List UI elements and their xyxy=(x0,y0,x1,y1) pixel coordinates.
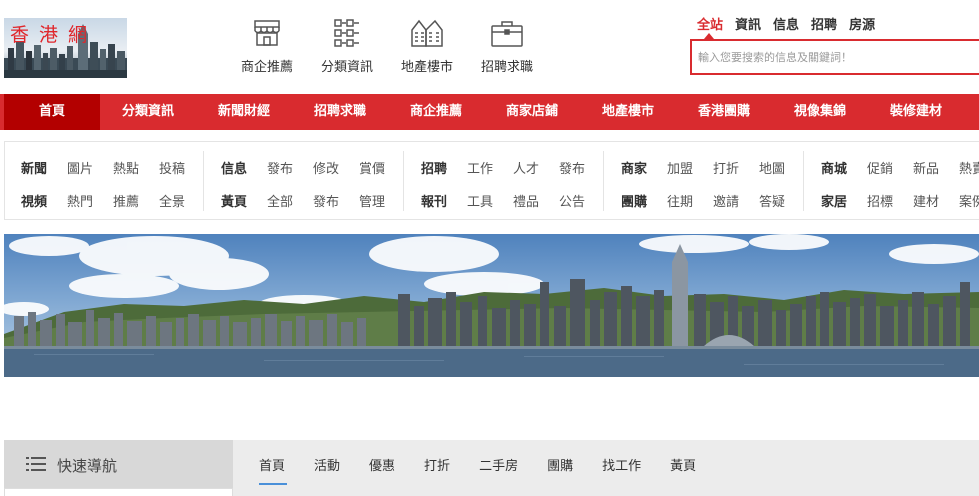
category-divider xyxy=(203,151,204,211)
tab-discounts[interactable]: 打折 xyxy=(424,455,450,474)
category-links: 新聞 圖片 熱點 投稿 視頻 熱門 推薦 全景 信息 發布 修改 賞價 黃頁 全部 發布 管理 招聘 工作… xyxy=(4,141,979,220)
list-menu-icon xyxy=(26,457,46,471)
main-nav: 首頁 分類資訊 新聞財經 招聘求職 商企推薦 商家店鋪 地產樓市 香港團購 視像… xyxy=(0,94,979,130)
category-link[interactable]: 團購 xyxy=(621,191,667,210)
qr-list-icon xyxy=(334,19,359,47)
nav-item-business[interactable]: 商企推薦 xyxy=(388,94,484,130)
nav-item-news[interactable]: 新聞財經 xyxy=(196,94,292,130)
site-logo[interactable]: 香港網 xyxy=(4,18,127,78)
search-tab-housing[interactable]: 房源 xyxy=(849,14,875,33)
quick-link-label: 分類資訊 xyxy=(320,60,373,75)
category-link[interactable]: 商城 xyxy=(821,158,867,177)
category-link[interactable]: 公告 xyxy=(559,191,585,210)
category-link[interactable]: 全景 xyxy=(159,191,185,210)
category-link[interactable]: 信息 xyxy=(221,158,267,177)
nav-item-home[interactable]: 首頁 xyxy=(4,94,100,130)
category-link[interactable]: 招標 xyxy=(867,191,913,210)
nav-item-shops[interactable]: 商家店鋪 xyxy=(484,94,580,130)
category-link[interactable]: 圖片 xyxy=(67,158,113,177)
category-divider xyxy=(603,151,604,211)
nav-item-classifieds[interactable]: 分類資訊 xyxy=(100,94,196,130)
category-link[interactable]: 建材 xyxy=(913,191,959,210)
search-tab-news[interactable]: 資訊 xyxy=(735,14,761,33)
category-link[interactable]: 發布 xyxy=(267,158,313,177)
category-link[interactable]: 黃頁 xyxy=(221,191,267,210)
quick-nav-panel xyxy=(4,488,233,496)
category-link[interactable]: 推薦 xyxy=(113,191,159,210)
category-link[interactable]: 熱賣 xyxy=(959,158,979,177)
category-link[interactable]: 促銷 xyxy=(867,158,913,177)
logo-text: 香港網 xyxy=(10,24,98,46)
quick-link-label: 地產樓市 xyxy=(400,60,453,75)
search-tab-jobs[interactable]: 招聘 xyxy=(811,14,837,33)
category-link[interactable]: 發布 xyxy=(559,158,585,177)
content-tabs: 首頁 活動 優惠 打折 二手房 團購 找工作 黃頁 xyxy=(259,455,725,474)
category-link[interactable]: 發布 xyxy=(313,191,359,210)
category-link[interactable]: 熱門 xyxy=(67,191,113,210)
quick-link-classifieds[interactable]: 分類資訊 xyxy=(311,18,383,75)
category-divider xyxy=(403,151,404,211)
category-divider xyxy=(803,151,804,211)
tab-home[interactable]: 首頁 xyxy=(259,455,285,474)
search-scope-tabs: 全站 資訊 信息 招聘 房源 xyxy=(697,14,887,33)
category-link[interactable]: 新聞 xyxy=(21,158,67,177)
category-link[interactable]: 人才 xyxy=(513,158,559,177)
nav-item-group-buy[interactable]: 香港團購 xyxy=(676,94,772,130)
page: 香港網 商企推薦 分類資訊 地產樓市 招聘求職 全站 資訊 信息 招聘 房源 輸… xyxy=(0,0,979,496)
nav-item-video[interactable]: 視像集錦 xyxy=(772,94,868,130)
category-link[interactable]: 往期 xyxy=(667,191,713,210)
category-link[interactable]: 報刊 xyxy=(421,191,467,210)
category-link[interactable]: 加盟 xyxy=(667,158,713,177)
category-link[interactable]: 全部 xyxy=(267,191,313,210)
category-link[interactable]: 邀請 xyxy=(713,191,759,210)
quick-link-property[interactable]: 地產樓市 xyxy=(391,18,463,75)
category-link[interactable]: 新品 xyxy=(913,158,959,177)
tab-offers[interactable]: 優惠 xyxy=(369,455,395,474)
category-link[interactable]: 禮品 xyxy=(513,191,559,210)
tab-find-jobs[interactable]: 找工作 xyxy=(602,455,641,474)
category-link[interactable]: 視頻 xyxy=(21,191,67,210)
category-link[interactable]: 工作 xyxy=(467,158,513,177)
quick-link-label: 招聘求職 xyxy=(480,60,533,75)
category-link[interactable]: 打折 xyxy=(713,158,759,177)
quick-link-label: 商企推薦 xyxy=(240,60,293,75)
quick-nav-label: 快速導航 xyxy=(57,457,118,475)
quick-nav-header[interactable]: 快速導航 xyxy=(4,440,233,488)
briefcase-icon xyxy=(491,21,523,47)
tab-yellow-pages[interactable]: 黃頁 xyxy=(670,455,696,474)
category-link[interactable]: 商家 xyxy=(621,158,667,177)
building-icon xyxy=(411,19,443,47)
category-link[interactable]: 熱點 xyxy=(113,158,159,177)
category-link[interactable]: 答疑 xyxy=(759,191,785,210)
search-tab-info[interactable]: 信息 xyxy=(773,14,799,33)
nav-item-jobs[interactable]: 招聘求職 xyxy=(292,94,388,130)
category-link[interactable]: 工具 xyxy=(467,191,513,210)
category-link[interactable]: 投稿 xyxy=(159,158,185,177)
category-link[interactable]: 地圖 xyxy=(759,158,785,177)
tab-second-hand-housing[interactable]: 二手房 xyxy=(479,455,518,474)
hong-kong-skyline-banner[interactable] xyxy=(4,234,979,377)
category-link[interactable]: 案例 xyxy=(959,191,979,210)
tab-events[interactable]: 活動 xyxy=(314,455,340,474)
quick-link-business[interactable]: 商企推薦 xyxy=(231,18,303,75)
banner-image xyxy=(4,234,979,377)
category-link[interactable]: 賞價 xyxy=(359,158,385,177)
nav-item-renovation[interactable]: 裝修建材 xyxy=(868,94,964,130)
search-tab-all[interactable]: 全站 xyxy=(697,14,723,33)
active-tab-underline xyxy=(259,483,287,485)
nav-item-property[interactable]: 地產樓市 xyxy=(580,94,676,130)
category-link[interactable]: 家居 xyxy=(821,191,867,210)
category-link[interactable]: 管理 xyxy=(359,191,385,210)
search-box xyxy=(690,39,979,75)
quick-link-jobs[interactable]: 招聘求職 xyxy=(471,18,543,75)
category-link[interactable]: 招聘 xyxy=(421,158,467,177)
tab-group-buy[interactable]: 團購 xyxy=(547,455,573,474)
storefront-icon xyxy=(254,20,280,46)
search-input[interactable] xyxy=(692,41,979,73)
category-link[interactable]: 修改 xyxy=(313,158,359,177)
